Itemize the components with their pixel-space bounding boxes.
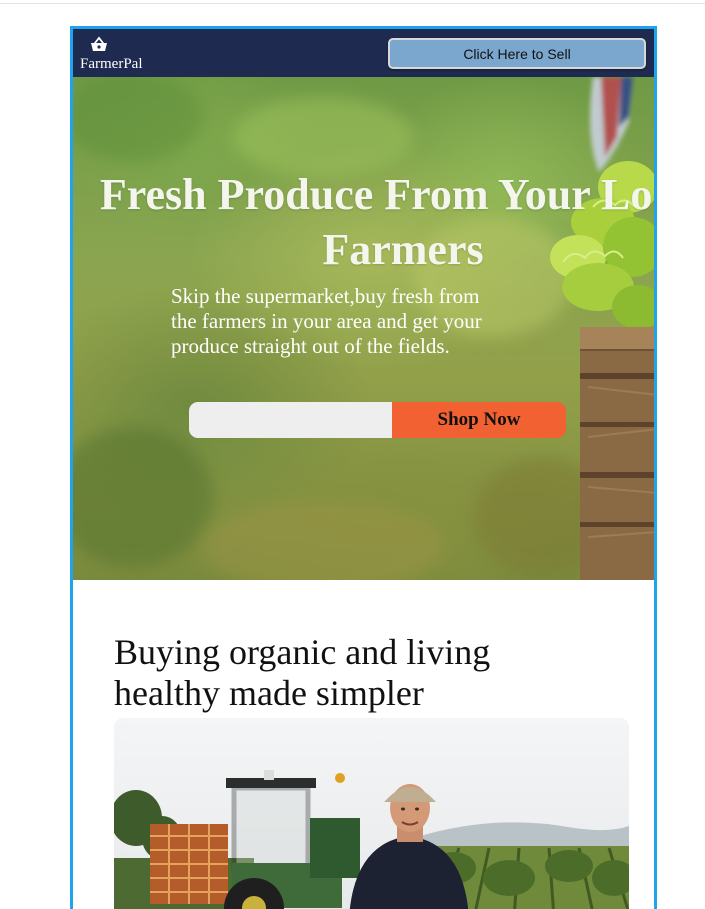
hero-banner: Fresh Produce From Your Local Farmers Sk… — [73, 77, 654, 580]
farmer-with-tractor-image — [114, 718, 629, 909]
farmer-photo — [114, 718, 629, 909]
hero-title: Fresh Produce From Your Local Farmers — [99, 170, 654, 274]
shop-form: Shop Now — [189, 402, 566, 438]
sell-button[interactable]: Click Here to Sell — [388, 38, 646, 69]
brand-name: FarmerPal — [80, 56, 143, 72]
section-title: Buying organic and living healthy made s… — [114, 632, 491, 713]
browser-top-divider — [0, 3, 705, 4]
hero-subtitle: Skip the supermarket,buy fresh from the … — [171, 284, 482, 358]
basket-icon — [91, 36, 107, 51]
shop-now-button[interactable]: Shop Now — [392, 402, 566, 438]
navbar: FarmerPal Click Here to Sell — [73, 29, 654, 77]
shop-search-input[interactable] — [189, 402, 393, 438]
brand-logo[interactable]: FarmerPal — [80, 35, 160, 75]
page-frame: FarmerPal Click Here to Sell Fresh Produ… — [70, 26, 657, 909]
